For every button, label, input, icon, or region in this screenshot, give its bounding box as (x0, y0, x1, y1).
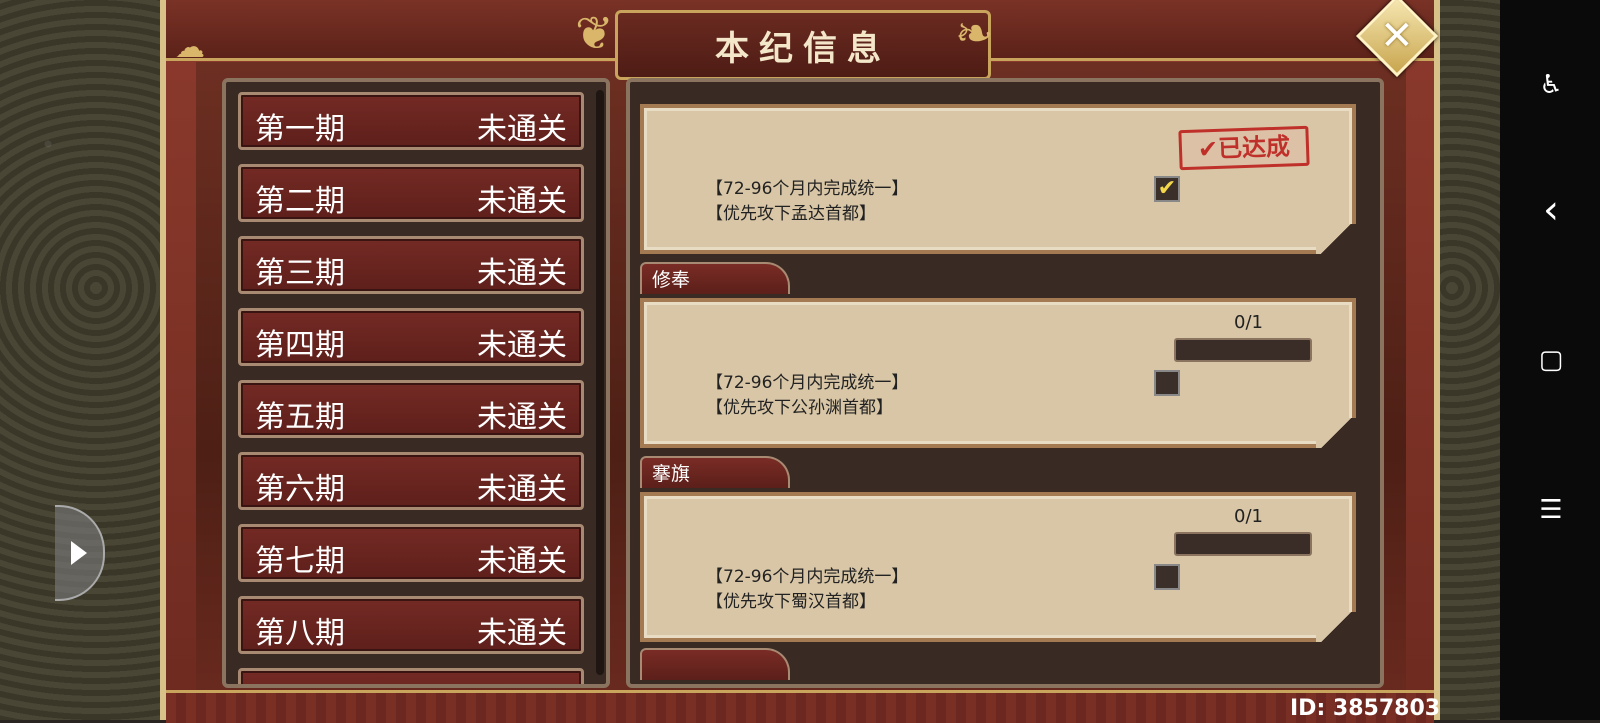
period-item-partial[interactable] (238, 668, 584, 684)
period-name: 第八期 (255, 616, 345, 651)
task-condition-target: 【优先攻下孟达首都】 (706, 204, 876, 224)
period-list[interactable]: 第一期 未通关 第二期 未通关 第三期 未通关 第四期 未通关 第五期 未通关 第六期 未通关 第七期未… (222, 78, 610, 688)
task-checkbox[interactable] (1154, 370, 1180, 396)
completed-stamp: ✔已达成 (1178, 125, 1310, 171)
period-item[interactable]: 第六期 未通关 (238, 452, 584, 510)
period-name: 第四期 (255, 328, 345, 363)
task-checkbox[interactable] (1154, 564, 1180, 590)
period-status: 未通关 (477, 328, 567, 363)
task-tab: 修奉 (640, 262, 790, 294)
progress-count: 0/1 (1234, 312, 1263, 333)
task-list[interactable]: 【72-96个月内完成统一】 【优先攻下孟达首都】 ✔ ✔已达成 修奉 【72-96个月内… (626, 78, 1384, 688)
paper-curl (1316, 418, 1356, 448)
period-name: 第七期 (255, 544, 345, 579)
period-name: 第五期 (255, 400, 345, 435)
period-status: 未通关 (477, 472, 567, 507)
period-name: 第二期 (255, 184, 345, 219)
task-card: 【72-96个月内完成统一】 【优先攻下蜀汉首都】 0/1 (640, 492, 1356, 642)
back-icon[interactable]: ‹ (1536, 187, 1566, 233)
progress-bar (1174, 338, 1312, 362)
period-item[interactable]: 第四期 未通关 (238, 308, 584, 366)
task-condition-target: 【优先攻下公孙渊首都】 (706, 398, 893, 418)
cloud-ornament-icon: ☁ (175, 30, 205, 65)
player-id: ID: 3857803 (1290, 696, 1441, 721)
period-name: 第一期 (255, 112, 345, 147)
task-tab: 搴旗 (640, 456, 790, 488)
play-arrow-icon (71, 541, 87, 565)
progress-bar (1174, 532, 1312, 556)
paper-curl (1316, 612, 1356, 642)
period-name: 第三期 (255, 256, 345, 291)
home-icon[interactable]: ▢ (1536, 345, 1566, 375)
paper-curl (1316, 224, 1356, 254)
period-status: 未通关 (477, 400, 567, 435)
left-dragon-background (0, 0, 160, 720)
task-condition-time: 【72-96个月内完成统一】 (706, 567, 909, 587)
progress-count: 0/1 (1234, 506, 1263, 527)
period-name: 第六期 (255, 472, 345, 507)
close-x-icon: ✕ (1380, 12, 1414, 59)
page-title: 本纪信息 (715, 28, 891, 69)
task-card: 【72-96个月内完成统一】 【优先攻下孟达首都】 ✔ ✔已达成 (640, 104, 1356, 254)
period-item[interactable]: 第八期 未通关 (238, 596, 584, 654)
period-item[interactable]: 第七期 未通关 (238, 524, 584, 582)
period-status: 未通关 (477, 256, 567, 291)
period-item[interactable]: 第三期 未通关 (238, 236, 584, 294)
scroll-ornament-right-icon: ❧ (955, 6, 994, 60)
accessibility-icon[interactable]: ♿ (1536, 70, 1566, 100)
list-scrollbar[interactable] (596, 90, 604, 675)
task-condition-target: 【优先攻下蜀汉首都】 (706, 592, 876, 612)
period-item[interactable]: 第五期 未通关 (238, 380, 584, 438)
period-status: 未通关 (477, 112, 567, 147)
menu-icon[interactable]: ☰ (1536, 495, 1566, 525)
task-condition-time: 【72-96个月内完成统一】 (706, 179, 909, 199)
task-tab-partial (640, 648, 790, 680)
bottom-border (166, 690, 1434, 723)
title-plaque: 本纪信息 (615, 10, 991, 80)
period-status: 未通关 (477, 544, 567, 579)
period-status: 未通关 (477, 616, 567, 651)
checked-checkbox[interactable]: ✔ (1154, 176, 1180, 202)
period-status: 未通关 (477, 184, 567, 219)
period-item[interactable]: 第二期 未通关 (238, 164, 584, 222)
task-card: 【72-96个月内完成统一】 【优先攻下公孙渊首都】 0/1 (640, 298, 1356, 448)
task-condition-time: 【72-96个月内完成统一】 (706, 373, 909, 393)
period-item[interactable]: 第一期 未通关 (238, 92, 584, 150)
